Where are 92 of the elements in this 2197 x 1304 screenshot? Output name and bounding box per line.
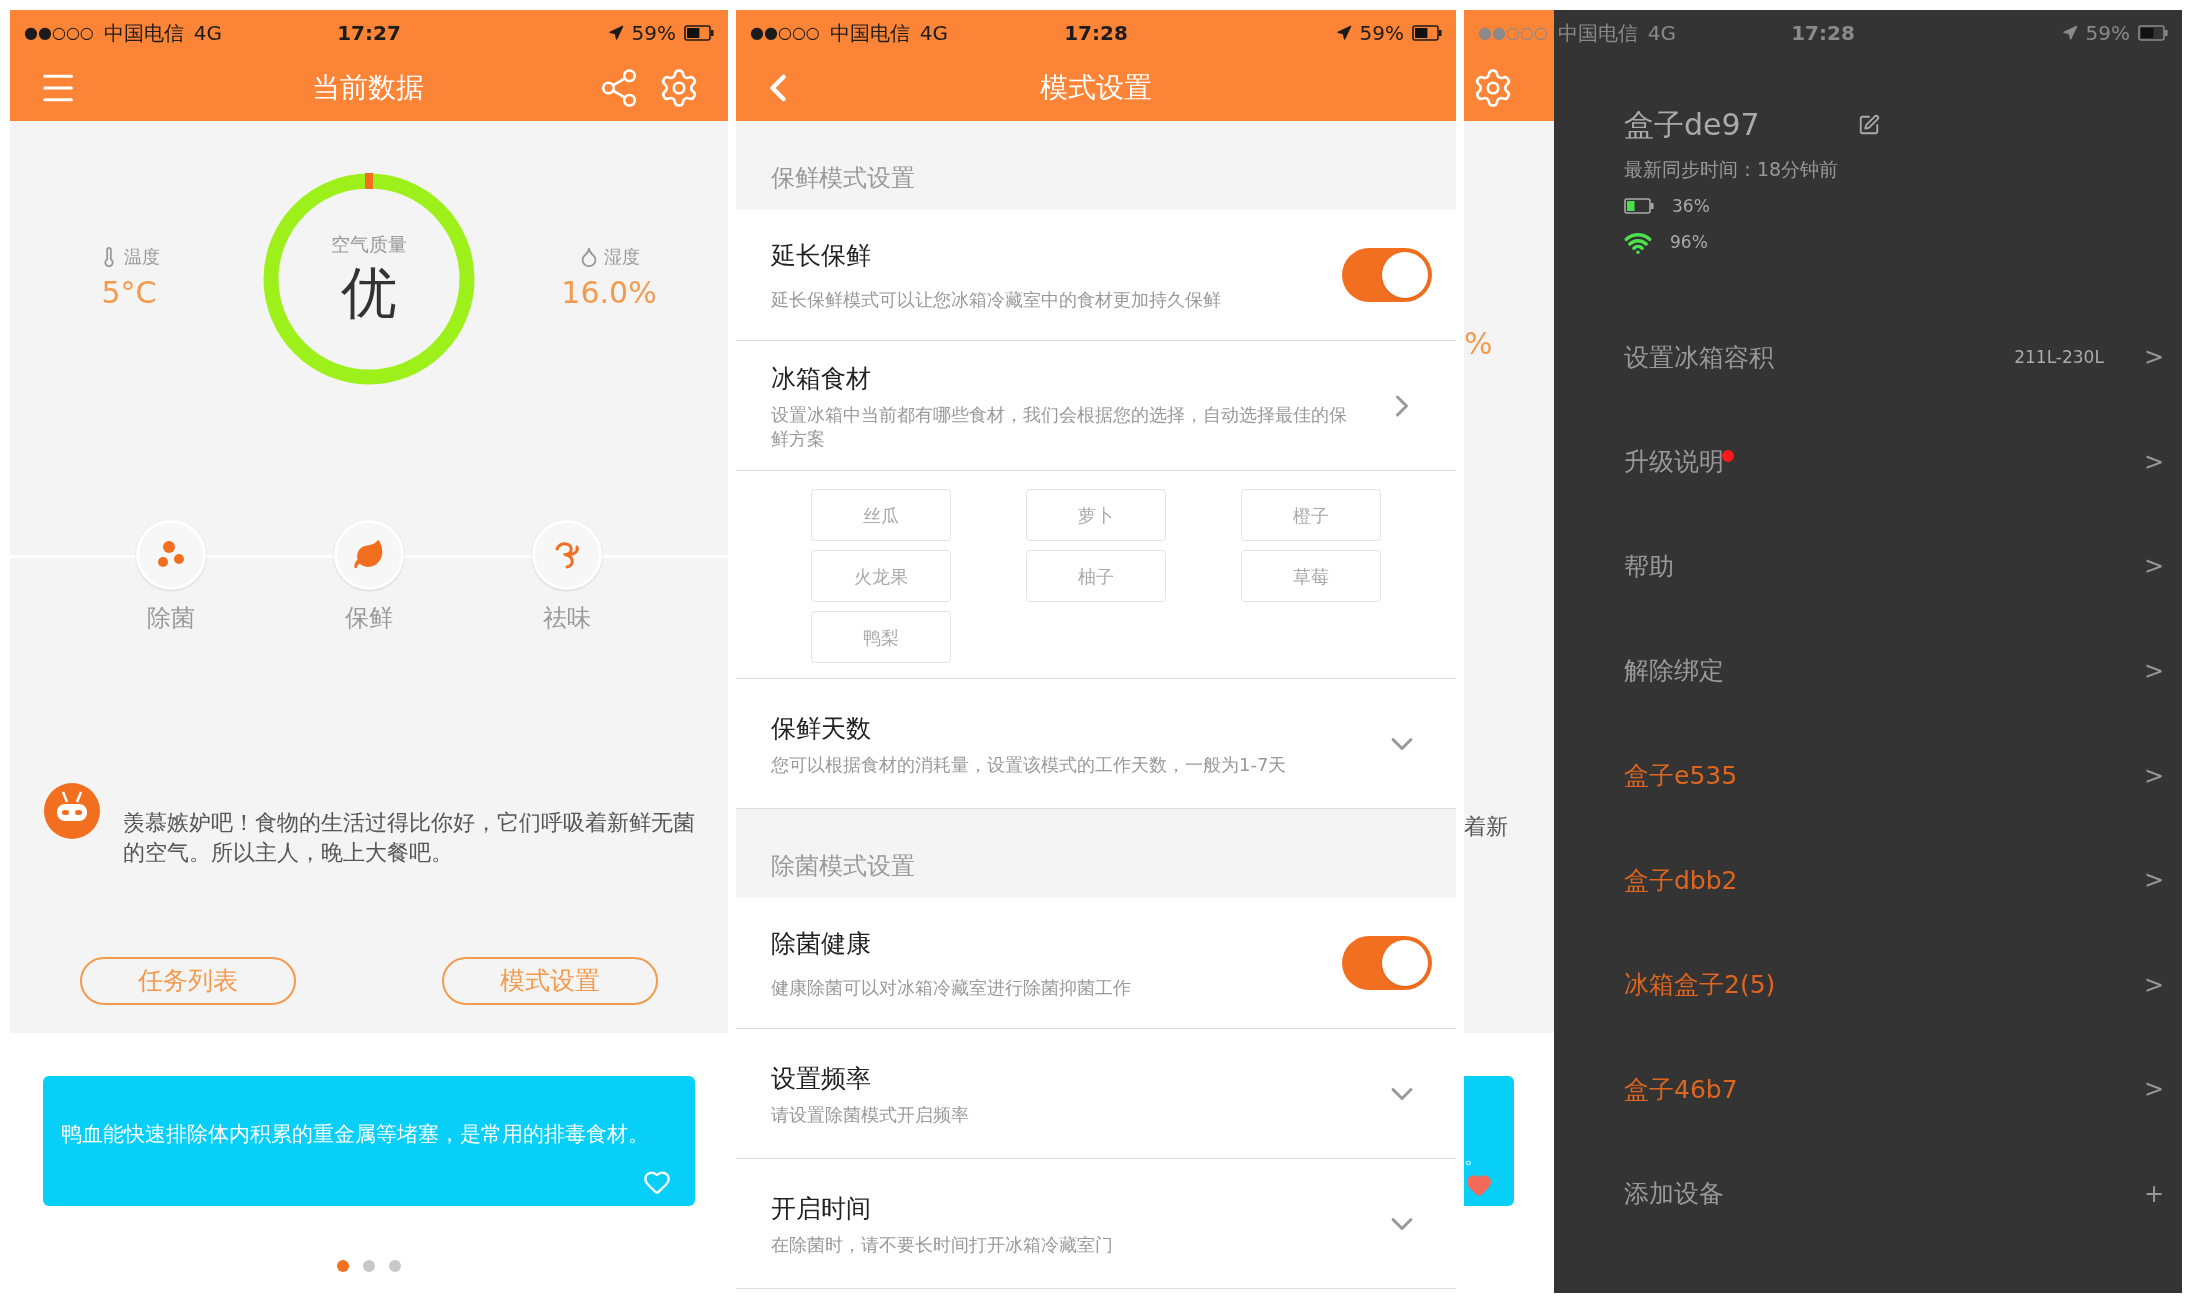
mode-button[interactable] (532, 520, 602, 590)
trailing-symbol: > (2143, 656, 2164, 688)
drawer-item[interactable]: 解除绑定 > (1624, 618, 2164, 724)
food-chip[interactable]: 火龙果 (811, 550, 951, 602)
temperature-value: 5°C (101, 274, 157, 312)
device-battery-percent: 36% (1672, 194, 1710, 218)
trailing-symbol: + (2143, 1179, 2164, 1211)
signal-strength: ●●○○○ (24, 21, 94, 44)
signal-strength: ●●○○○ (1478, 21, 1548, 44)
leaf-icon (353, 539, 385, 571)
air-quality-value: 优 (341, 259, 397, 328)
tip-fragment: 。 (1464, 1142, 1486, 1170)
network-type: 4G (1647, 19, 1677, 47)
location-arrow-icon (1335, 24, 1352, 41)
section-header: 除菌模式设置 (736, 809, 1456, 898)
setting-description: 在除菌时，请不要长时间打开冰箱冷藏室门 (771, 1233, 1114, 1258)
humidity-value: 16.0% (561, 274, 657, 312)
device-wifi-percent: 96% (1670, 231, 1708, 255)
setting-description: 请设置除菌模式开启频率 (771, 1103, 970, 1128)
food-chip[interactable]: 橙子 (1241, 489, 1381, 541)
humidity-value-fragment: % (1464, 325, 1494, 363)
drawer-item[interactable]: 帮助 > (1624, 514, 2164, 619)
status-time: 17:27 (337, 19, 401, 47)
section-header: 保鲜模式设置 (736, 121, 1456, 210)
humidity-label: 湿度 (604, 245, 640, 269)
heart-icon[interactable] (643, 1168, 671, 1196)
trailing-symbol: > (2143, 1074, 2164, 1106)
mode-label: 祛味 (543, 603, 591, 634)
trailing-symbol: > (2143, 865, 2164, 897)
status-time: 17:28 (1791, 19, 1855, 47)
robot-avatar-icon (43, 782, 101, 840)
battery-percent: 59% (2085, 19, 2130, 47)
setting-description: 设置冰箱中当前都有哪些食材，我们会根据您的选择，自动选择最佳的保鲜方案 (771, 403, 1348, 452)
trailing-symbol: > (2143, 551, 2164, 583)
battery-icon (684, 24, 714, 41)
network-type: 4G (193, 19, 223, 47)
setting-title: 开启时间 (771, 1192, 872, 1225)
trailing-symbol: > (2143, 446, 2164, 478)
carrier-name: 中国电信 (103, 19, 184, 47)
battery-percent: 59% (1359, 19, 1404, 47)
food-chip[interactable]: 柚子 (1026, 550, 1166, 602)
mode-label: 保鲜 (345, 603, 393, 634)
mode-label: 除菌 (147, 603, 195, 634)
setting-description: 健康除菌可以对冰箱冷藏室进行除菌抑菌工作 (771, 976, 1131, 1001)
mode-button[interactable] (334, 520, 404, 590)
sync-time: 最新同步时间：18分钟前 (1624, 157, 1840, 182)
device-name: 盒子de97 (1624, 106, 1760, 144)
toggle-switch[interactable] (1342, 248, 1432, 302)
air-quality-label: 空气质量 (331, 231, 407, 257)
drawer-item[interactable]: 盒子dbb2 > (1624, 827, 2164, 933)
device-battery-icon (1624, 198, 1654, 215)
drawer-item[interactable]: 添加设备 + (1624, 1141, 2164, 1247)
volume-value: 211L-230L (2014, 345, 2104, 369)
food-chip[interactable]: 鸭梨 (811, 611, 951, 663)
setting-title: 冰箱食材 (771, 362, 872, 395)
carrier-name: 中国电信 (829, 19, 910, 47)
food-chip[interactable]: 丝瓜 (811, 489, 951, 541)
location-arrow-icon (607, 24, 624, 41)
setting-title: 保鲜天数 (771, 712, 872, 745)
setting-description: 您可以根据食材的消耗量，设置该模式的工作天数，一般为1-7天 (771, 753, 1288, 778)
food-chip[interactable]: 草莓 (1241, 550, 1381, 602)
trailing-symbol: > (2143, 342, 2164, 374)
battery-icon (1412, 24, 1442, 41)
network-type: 4G (919, 19, 949, 47)
robot-message: 羡慕嫉妒吧！食物的生活过得比你好，它们呼吸着新鲜无菌的空气。所以主人，晚上大餐吧。 (123, 809, 696, 867)
trailing-symbol: > (2143, 969, 2164, 1001)
drawer-item[interactable]: 冰箱盒子2(5) > (1624, 932, 2164, 1038)
trailing-symbol: > (2143, 760, 2164, 792)
heart-icon[interactable] (1466, 1172, 1492, 1198)
drawer-item[interactable]: 升级说明 > (1624, 409, 2164, 515)
screen-title: 模式设置 (1040, 70, 1152, 106)
drawer-item[interactable]: 盒子46b7 > (1624, 1037, 2164, 1142)
screen-title: 当前数据 (311, 70, 424, 106)
location-arrow-icon (2061, 24, 2078, 41)
drawer-item[interactable]: 设置冰箱容积 211L-230L > (1624, 305, 2164, 410)
battery-percent: 59% (631, 19, 676, 47)
setting-title: 设置频率 (771, 1062, 872, 1095)
edit-icon[interactable] (1858, 113, 1880, 136)
tip-text: 鸭血能快速排除体内积累的重金属等堵塞，是常用的排毒食材。 (61, 1121, 650, 1148)
setting-title: 除菌健康 (771, 927, 872, 960)
toggle-switch[interactable] (1342, 936, 1432, 990)
temperature-label: 温度 (124, 245, 160, 269)
mode-button[interactable] (136, 520, 206, 590)
status-time: 17:28 (1064, 19, 1128, 47)
food-chip[interactable]: 萝卜 (1026, 489, 1166, 541)
signal-strength: ●●○○○ (750, 21, 820, 44)
carrier-name: 中国电信 (1557, 19, 1638, 47)
setting-title: 延长保鲜 (771, 239, 872, 272)
drawer-item[interactable]: 盒子e535 > (1624, 723, 2164, 828)
battery-icon (2138, 24, 2168, 41)
setting-description: 延长保鲜模式可以让您冰箱冷藏室中的食材更加持久保鲜 (771, 288, 1221, 313)
message-fragment: 着新 (1464, 813, 1509, 841)
